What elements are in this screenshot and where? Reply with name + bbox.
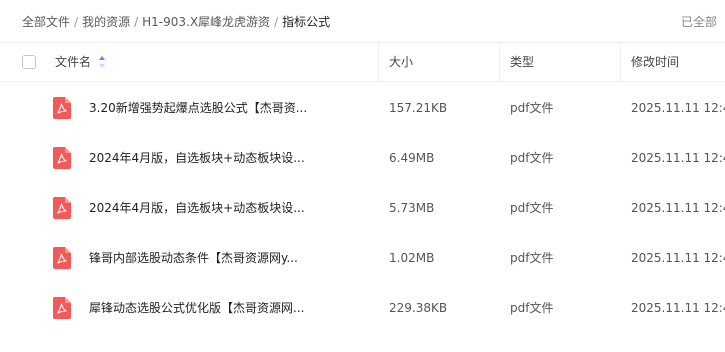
file-type: pdf文件 xyxy=(510,301,554,315)
file-modified: 2025.11.11 12:47 xyxy=(631,251,725,265)
table-row[interactable]: 犀锋动态选股公式优化版【杰哥资源网... 229.38KB pdf文件 2025… xyxy=(0,283,725,333)
file-type: pdf文件 xyxy=(510,101,554,115)
column-header-name[interactable]: 文件名 xyxy=(55,43,106,81)
file-size: 1.02MB xyxy=(389,251,435,265)
breadcrumb-all-files[interactable]: 全部文件 xyxy=(22,15,70,29)
file-type: pdf文件 xyxy=(510,151,554,165)
file-name[interactable]: 2024年4月版，自选板块+动态板块设... xyxy=(89,133,305,183)
breadcrumb-separator: / xyxy=(274,15,279,29)
file-size: 6.49MB xyxy=(389,151,435,165)
file-type: pdf文件 xyxy=(510,201,554,215)
column-divider[interactable] xyxy=(620,43,621,81)
file-name[interactable]: 2024年4月版，自选板块+动态板块设... xyxy=(89,183,305,233)
select-all-checkbox[interactable] xyxy=(22,55,36,69)
file-size: 5.73MB xyxy=(389,201,435,215)
table-row[interactable]: 2024年4月版，自选板块+动态板块设... 6.49MB pdf文件 2025… xyxy=(0,133,725,183)
pdf-icon xyxy=(53,97,71,119)
pdf-icon xyxy=(53,247,71,269)
column-header-name-label: 文件名 xyxy=(55,55,92,69)
loaded-status: 已全部 xyxy=(681,15,718,29)
file-type: pdf文件 xyxy=(510,251,554,265)
pdf-icon xyxy=(53,147,71,169)
column-divider[interactable] xyxy=(499,43,500,81)
breadcrumb-separator: / xyxy=(134,15,139,29)
table-header: 文件名 大小 类型 修改时间 xyxy=(0,42,725,82)
file-modified: 2025.11.11 12:47 xyxy=(631,201,725,215)
file-name[interactable]: 锋哥内部选股动态条件【杰哥资源网y... xyxy=(89,233,298,283)
column-header-modified[interactable]: 修改时间 xyxy=(631,43,679,81)
breadcrumb: 全部文件 / 我的资源 / H1-903.X犀峰龙虎游资 / 指标公式 xyxy=(22,12,330,32)
breadcrumb-current-folder: 指标公式 xyxy=(282,15,331,29)
file-size: 157.21KB xyxy=(389,101,448,115)
table-row[interactable]: 锋哥内部选股动态条件【杰哥资源网y... 1.02MB pdf文件 2025.1… xyxy=(0,233,725,283)
sort-icon[interactable] xyxy=(99,55,106,68)
column-header-size[interactable]: 大小 xyxy=(389,43,413,81)
breadcrumb-my-resources[interactable]: 我的资源 xyxy=(82,15,130,29)
column-header-type[interactable]: 类型 xyxy=(510,43,534,81)
file-modified: 2025.11.11 12:47 xyxy=(631,151,725,165)
column-divider[interactable] xyxy=(378,43,379,81)
breadcrumb-folder[interactable]: H1-903.X犀峰龙虎游资 xyxy=(142,15,270,29)
table-row[interactable]: 3.20新增强势起爆点选股公式【杰哥资... 157.21KB pdf文件 20… xyxy=(0,83,725,133)
pdf-icon xyxy=(53,297,71,319)
file-name[interactable]: 犀锋动态选股公式优化版【杰哥资源网... xyxy=(89,283,304,333)
breadcrumb-separator: / xyxy=(74,15,79,29)
file-size: 229.38KB xyxy=(389,301,448,315)
file-modified: 2025.11.11 12:47 xyxy=(631,101,725,115)
table-row[interactable]: 2024年4月版，自选板块+动态板块设... 5.73MB pdf文件 2025… xyxy=(0,183,725,233)
pdf-icon xyxy=(53,197,71,219)
file-modified: 2025.11.11 12:47 xyxy=(631,301,725,315)
file-name[interactable]: 3.20新增强势起爆点选股公式【杰哥资... xyxy=(89,83,307,133)
